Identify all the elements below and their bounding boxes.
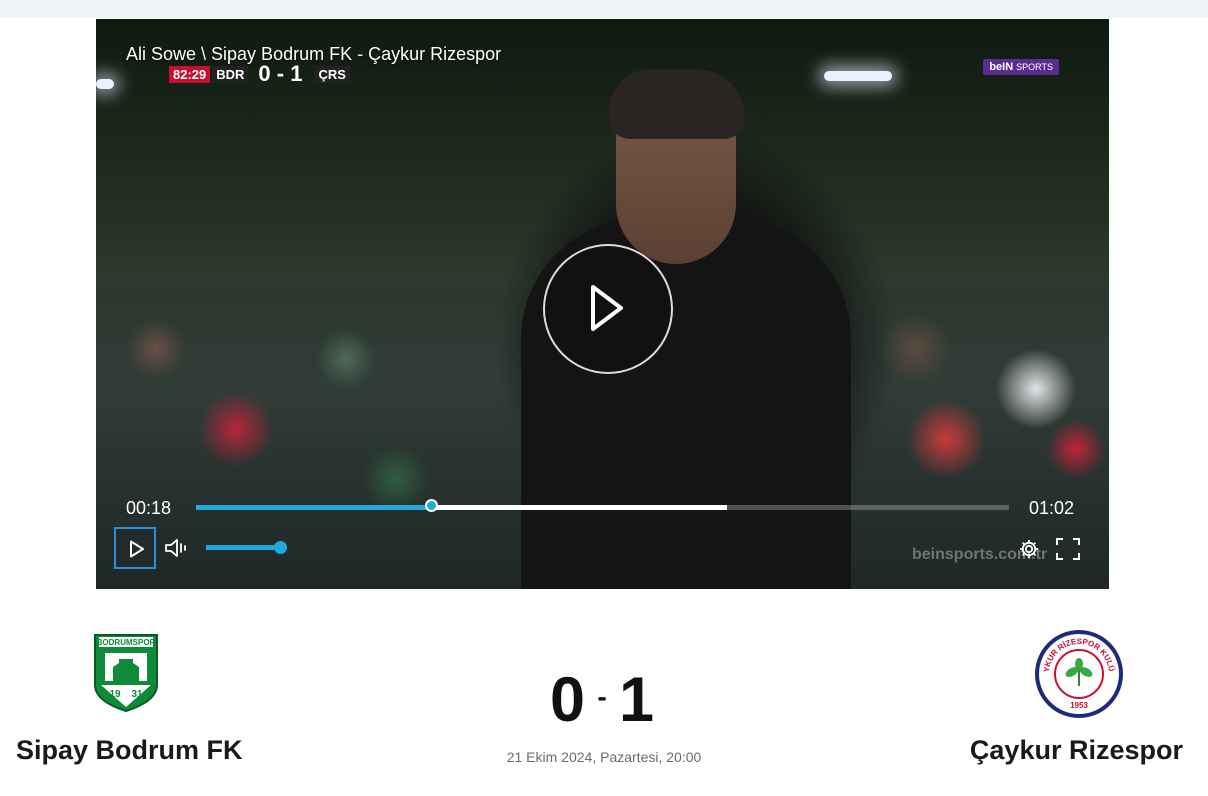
seek-bar[interactable] (196, 499, 1009, 512)
play-button[interactable] (114, 527, 156, 569)
away-team-crest: ÇAYKUR RİZESPOR KULÜBÜ 1953 (1030, 621, 1125, 720)
gear-icon (1018, 540, 1040, 564)
duration: 01:02 (1029, 498, 1075, 518)
svg-text:1953: 1953 (1070, 701, 1088, 710)
svg-text:19: 19 (109, 689, 121, 700)
scorebug-clock: 82:29 (169, 65, 211, 83)
volume-slider[interactable] (206, 541, 287, 554)
away-score: 1 (618, 665, 654, 735)
svg-text:31: 31 (131, 689, 143, 700)
video-player[interactable]: Ali Sowe \ Sipay Bodrum FK - Çaykur Rize… (96, 19, 1109, 589)
current-time: 00:18 (126, 498, 172, 518)
volume-handle[interactable] (274, 541, 287, 554)
stadium-light (96, 79, 114, 89)
fullscreen-button[interactable] (1055, 537, 1081, 566)
mute-button[interactable] (164, 537, 190, 564)
channel-logo: beIN SPORTS (983, 59, 1059, 75)
settings-button[interactable] (1018, 538, 1040, 565)
seek-played (196, 505, 432, 510)
home-team-crest: BODRUMSPOR 19 31 (93, 633, 159, 713)
volume-level (206, 545, 280, 550)
fullscreen-icon (1055, 538, 1081, 565)
scorebug-away: ÇRS (314, 65, 350, 83)
seek-handle[interactable] (424, 499, 438, 512)
top-bar (0, 0, 1208, 18)
scorebug-score: 0 - 1 (258, 61, 303, 86)
match-date: 21 Ekim 2024, Pazartesi, 20:00 (506, 749, 702, 765)
match-score: 0 - 1 (550, 665, 654, 735)
broadcast-scorebug: 82:29 BDR 0 - 1 ÇRS (169, 61, 350, 87)
svg-text:BODRUMSPOR: BODRUMSPOR (97, 638, 156, 647)
home-score: 0 (550, 665, 586, 735)
volume-icon (164, 539, 190, 563)
scorebug-home: BDR (212, 65, 249, 83)
big-play-button[interactable] (543, 244, 673, 374)
score-separator: - (597, 681, 607, 712)
